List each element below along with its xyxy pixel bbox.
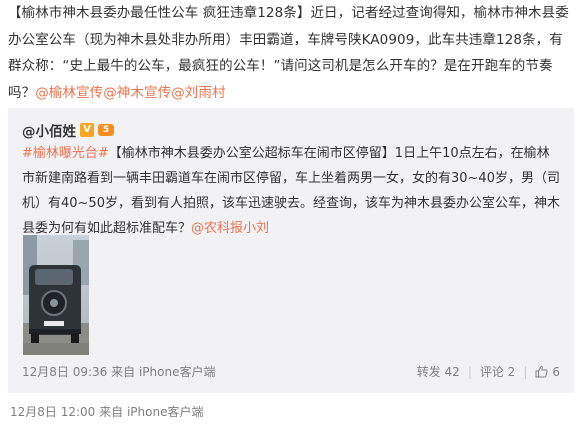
action-divider: | — [523, 364, 528, 379]
level-badge-icon: 5 — [98, 124, 114, 136]
post-timestamp[interactable]: 12月8日 12:00 — [10, 405, 95, 419]
repost-meta: 12月8日 09:36 来自 iPhone客户端 — [22, 363, 215, 380]
mention-shenmu-xuanchuan[interactable]: @神木宣传 — [103, 85, 171, 101]
action-divider: | — [467, 364, 472, 379]
post-source[interactable]: 来自 iPhone客户端 — [99, 405, 203, 419]
reposted-weibo-card: @小佰姓 V 5 #榆林曝光台#【榆林市神木县委办公室公超标车在闹市区停留】1日… — [8, 108, 574, 393]
thumbs-up-icon — [535, 365, 548, 378]
post-meta: 12月8日 12:00 来自 iPhone客户端 — [10, 403, 203, 420]
repost-author: @小佰姓 V 5 — [22, 120, 114, 140]
forward-button[interactable]: 转发 42 — [417, 363, 460, 380]
repost-text: #榆林曝光台#【榆林市神木县委办公室公超标车在闹市区停留】1日上午10点左右，在… — [22, 141, 562, 241]
weibo-post-text: 【榆林市神木县委办最任性公车 疯狂违章128条】近日，记者经过查询得知，榆林市神… — [8, 0, 574, 106]
repost-timestamp[interactable]: 12月8日 09:36 — [22, 365, 107, 379]
topic-yulin-baoguangtai[interactable]: #榆林曝光台# — [22, 146, 109, 161]
comment-button[interactable]: 评论 2 — [480, 363, 515, 380]
mention-nongkebao-xiaoliu[interactable]: @农科报小刘 — [191, 221, 269, 236]
repost-photo-thumbnail[interactable] — [23, 235, 89, 355]
repost-author-name[interactable]: @小佰姓 — [22, 120, 76, 140]
repost-actions: 转发 42 | 评论 2 | 6 — [417, 363, 560, 380]
v-verified-icon: V — [80, 123, 94, 137]
mention-yulin-xuanchuan[interactable]: @榆林宣传 — [35, 85, 103, 101]
suv-photo-image — [23, 235, 89, 355]
like-button[interactable]: 6 — [535, 365, 560, 379]
mention-liu-yucun[interactable]: @刘雨村 — [171, 85, 225, 101]
like-count: 6 — [552, 364, 560, 379]
repost-source[interactable]: 来自 iPhone客户端 — [111, 365, 215, 379]
